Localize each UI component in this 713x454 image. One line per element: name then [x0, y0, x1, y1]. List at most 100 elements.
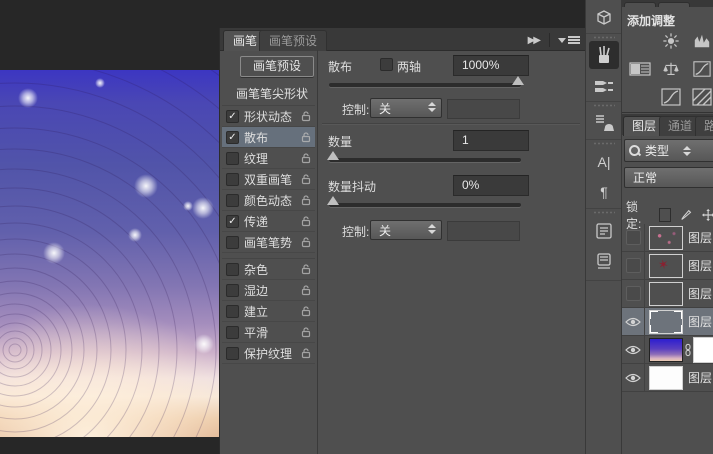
lock-pixels-icon[interactable] — [680, 208, 692, 222]
layer-row-selected[interactable]: 图层 — [622, 308, 713, 336]
lock-icon[interactable] — [300, 110, 312, 122]
checkbox[interactable] — [226, 283, 239, 297]
3d-panel-icon[interactable] — [589, 3, 619, 31]
tab-styles[interactable] — [658, 2, 690, 7]
collapse-panel-icon[interactable]: ▶▶ — [528, 35, 541, 46]
visibility-toggle[interactable] — [622, 252, 645, 279]
brush-option-texture[interactable]: 纹理 — [222, 148, 315, 169]
brush-presets-panel-icon[interactable] — [589, 71, 619, 99]
black-white-icon[interactable] — [690, 60, 713, 78]
count-jitter-slider-handle[interactable] — [327, 196, 339, 205]
count-slider-handle[interactable] — [327, 151, 339, 160]
checkbox-checked[interactable] — [226, 130, 239, 144]
layer-thumbnail[interactable] — [649, 281, 683, 306]
checkbox[interactable] — [226, 193, 239, 207]
tab-brush-presets[interactable]: 画笔预设 — [259, 30, 328, 51]
character-panel-icon[interactable]: A| — [589, 148, 619, 176]
visibility-toggle[interactable] — [622, 364, 645, 391]
photo-filter-icon[interactable] — [690, 88, 713, 106]
mask-link-icon[interactable] — [684, 343, 692, 357]
brush-panel-icon[interactable] — [589, 41, 619, 69]
checkbox[interactable] — [226, 304, 239, 318]
control2-dropdown[interactable]: 关 — [370, 220, 442, 240]
color-balance-icon[interactable] — [659, 60, 683, 78]
lock-icon[interactable] — [300, 131, 312, 143]
lock-icon[interactable] — [300, 326, 312, 338]
dock-drag-handle[interactable] — [593, 104, 615, 107]
panel-menu-icon[interactable] — [549, 33, 580, 47]
tab-paths[interactable]: 路径 — [695, 116, 713, 152]
layer-row[interactable] — [622, 336, 713, 364]
brightness-contrast-icon[interactable] — [659, 32, 683, 50]
lock-transparency-icon[interactable] — [658, 208, 672, 222]
brush-option-smoothing[interactable]: 平滑 — [222, 322, 315, 343]
layer-thumbnail[interactable] — [649, 337, 683, 362]
curves-icon[interactable] — [659, 88, 683, 106]
brush-option-wet-edges[interactable]: 湿边 — [222, 280, 315, 301]
layer-thumbnail[interactable] — [649, 225, 683, 250]
count-jitter-value-input[interactable]: 0% — [453, 175, 529, 196]
brush-option-protect-texture[interactable]: 保护纹理 — [222, 343, 315, 364]
count-value-input[interactable]: 1 — [453, 130, 529, 151]
checkbox-checked[interactable] — [226, 214, 239, 228]
clone-source-panel-icon[interactable] — [589, 109, 619, 137]
checkbox[interactable] — [226, 151, 239, 165]
paragraph-panel-icon[interactable]: ¶ — [589, 178, 619, 206]
checkbox-checked[interactable] — [226, 109, 239, 123]
brush-option-scatter[interactable]: 散布 — [222, 127, 315, 148]
brush-option-build-up[interactable]: 建立 — [222, 301, 315, 322]
checkbox[interactable] — [226, 172, 239, 186]
visibility-toggle[interactable] — [622, 280, 645, 307]
layer-thumbnail[interactable] — [649, 365, 683, 390]
tab-adjustments[interactable] — [624, 2, 656, 7]
scatter-value-input[interactable]: 1000% — [453, 55, 529, 76]
lock-icon[interactable] — [300, 173, 312, 185]
dock-drag-handle[interactable] — [593, 211, 615, 214]
brush-option-color-dynamics[interactable]: 颜色动态 — [222, 190, 315, 211]
count-slider[interactable] — [327, 151, 521, 162]
layer-comps-panel-icon[interactable] — [589, 217, 619, 245]
brush-option-dual-brush[interactable]: 双重画笔 — [222, 169, 315, 190]
brush-option-brush-pose[interactable]: 画笔笔势 — [222, 232, 315, 253]
layer-thumbnail[interactable]: ✶ — [649, 253, 683, 278]
brush-option-shape-dynamics[interactable]: 形状动态 — [222, 106, 315, 127]
checkbox[interactable] — [226, 235, 239, 249]
checkbox[interactable] — [226, 346, 239, 360]
dock-drag-handle[interactable] — [593, 142, 615, 145]
canvas-image[interactable] — [0, 70, 219, 437]
lock-icon[interactable] — [300, 284, 312, 296]
layer-thumbnail[interactable] — [649, 309, 683, 334]
lock-icon[interactable] — [300, 347, 312, 359]
layer-filter-dropdown[interactable]: 类型 — [624, 139, 713, 162]
dock-drag-handle[interactable] — [593, 36, 615, 39]
both-axes-checkbox[interactable] — [380, 58, 393, 71]
checkbox[interactable] — [226, 325, 239, 339]
brush-option-transfer[interactable]: 传递 — [222, 211, 315, 232]
gradient-map-icon[interactable] — [628, 60, 652, 78]
visibility-toggle[interactable] — [622, 308, 645, 335]
notes-panel-icon[interactable] — [589, 247, 619, 275]
brush-tip-shape-item[interactable]: 画笔笔尖形状 — [222, 83, 315, 106]
scatter-slider[interactable] — [329, 76, 524, 87]
layer-mask-thumbnail[interactable] — [693, 336, 713, 363]
checkbox[interactable] — [226, 262, 239, 276]
brush-presets-button[interactable]: 画笔预设 — [240, 56, 314, 77]
visibility-toggle[interactable] — [622, 224, 645, 251]
levels-icon[interactable] — [690, 32, 713, 50]
lock-icon[interactable] — [300, 263, 312, 275]
layer-row[interactable]: 图层 — [622, 280, 713, 308]
lock-icon[interactable] — [300, 305, 312, 317]
lock-icon[interactable] — [300, 152, 312, 164]
lock-icon[interactable] — [300, 215, 312, 227]
blend-mode-dropdown[interactable]: 正常 — [624, 167, 713, 188]
control1-dropdown[interactable]: 关 — [370, 98, 442, 118]
lock-position-icon[interactable] — [702, 208, 713, 222]
lock-icon[interactable] — [300, 236, 312, 248]
brush-option-noise[interactable]: 杂色 — [222, 258, 315, 280]
count-jitter-slider[interactable] — [327, 196, 521, 207]
layer-row[interactable]: 图层 — [622, 364, 713, 392]
scatter-slider-handle[interactable] — [512, 76, 524, 85]
layer-row[interactable]: 图层 — [622, 224, 713, 252]
layer-row[interactable]: ✶ 图层 — [622, 252, 713, 280]
visibility-toggle[interactable] — [622, 336, 645, 363]
